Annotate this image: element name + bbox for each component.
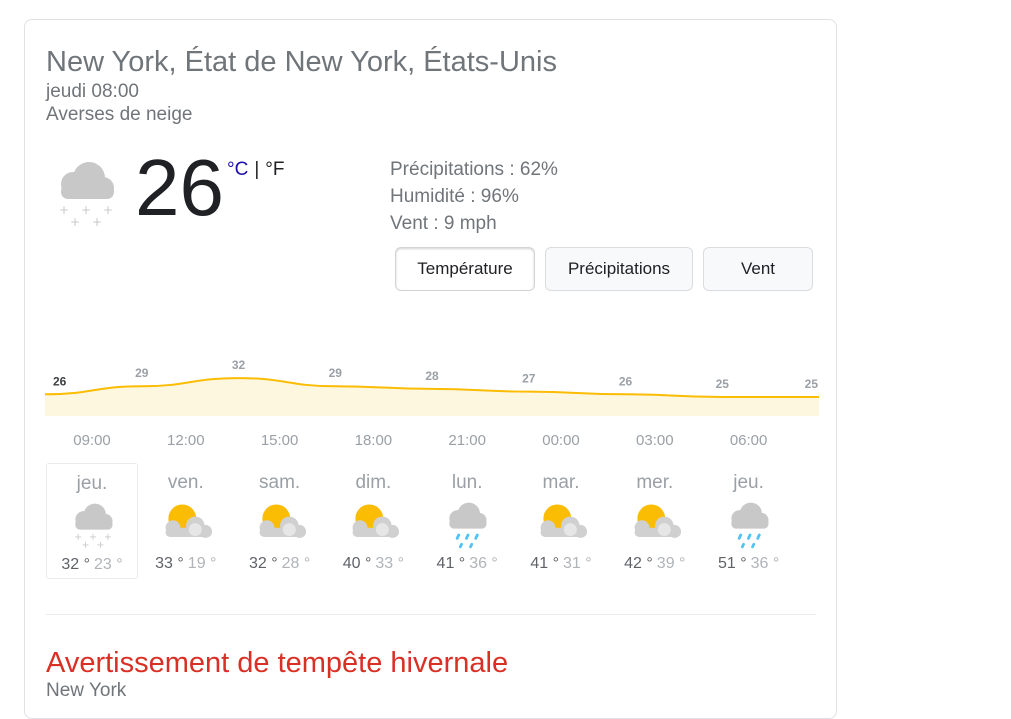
- hour-label: 15:00: [260, 432, 299, 449]
- forecast-temps: 51 ° 36 °: [703, 555, 795, 573]
- svg-text:+: +: [81, 203, 91, 217]
- hour-label: 18:00: [354, 432, 393, 449]
- svg-text:+: +: [59, 203, 69, 217]
- forecast-day-name: jeu.: [733, 472, 764, 493]
- unit-separator: |: [254, 159, 260, 180]
- chart-value-label: 27: [522, 372, 536, 386]
- forecast-low: 23 °: [94, 556, 123, 573]
- forecast-day[interactable]: ven. 33 ° 19 °: [140, 463, 232, 579]
- tab-precipitation[interactable]: Précipitations: [545, 247, 693, 291]
- unit-toggle: °C | °F: [227, 159, 284, 181]
- forecast-high: 40 °: [342, 555, 372, 572]
- partly-sunny-icon: [259, 504, 306, 538]
- forecast-high: 32 °: [248, 555, 278, 572]
- hour-labels: 09:00 12:00 15:00 18:00 21:00 00:00 03:00 06:00: [45, 432, 845, 452]
- hour-label: 00:00: [542, 432, 580, 449]
- fahrenheit-toggle[interactable]: °F: [265, 159, 284, 180]
- forecast-day-name: ven.: [167, 472, 204, 493]
- forecast-temps: 32 ° 28 °: [234, 555, 326, 573]
- current-time: jeudi 08:00: [46, 81, 139, 102]
- chart-value-label: 25: [716, 377, 730, 391]
- svg-text:+: +: [104, 532, 112, 543]
- humidity-detail: Humidité : 96%: [390, 186, 519, 207]
- forecast-low: 28 °: [281, 555, 311, 572]
- partly-sunny-icon: [540, 504, 587, 538]
- temperature-chart: 26 29 32 29 28 27 26 25 25: [45, 360, 819, 416]
- partly-sunny-icon: [165, 504, 212, 538]
- forecast-day-name: sam.: [259, 472, 301, 493]
- divider: [46, 614, 816, 615]
- chart-value-label: 29: [329, 366, 343, 380]
- location-title: New York, État de New York, États-Unis: [46, 46, 557, 78]
- forecast-high: 41 °: [436, 555, 466, 572]
- forecast-high: 42 °: [624, 555, 653, 572]
- forecast-temps: 41 ° 31 °: [515, 555, 607, 573]
- partly-sunny-icon: [634, 504, 681, 538]
- forecast-day[interactable]: lun. 41 ° 36 °: [421, 463, 513, 579]
- forecast-low: 19 °: [187, 555, 217, 572]
- forecast-low: 36 °: [469, 555, 498, 572]
- alert-title[interactable]: Avertissement de tempête hivernale: [46, 647, 508, 680]
- forecast-temps: 42 ° 39 °: [609, 555, 701, 573]
- chart-value-label: 26: [53, 374, 67, 388]
- svg-text:+: +: [97, 540, 105, 551]
- forecast-low: 31 °: [563, 555, 592, 572]
- weather-card: New York, État de New York, États-Unis j…: [24, 19, 837, 719]
- forecast-day-name: dim.: [355, 472, 392, 493]
- forecast-day-name: jeu.: [76, 473, 108, 494]
- rain-cloud-icon: [730, 502, 769, 549]
- forecast-temps: 33 ° 19 °: [140, 555, 232, 573]
- hour-label: 03:00: [636, 432, 674, 449]
- hour-label: 06:00: [729, 432, 768, 449]
- hour-label: 21:00: [448, 432, 486, 449]
- wind-detail: Vent : 9 mph: [390, 213, 497, 234]
- chart-value-label: 29: [135, 366, 149, 380]
- forecast-high: 32 °: [61, 556, 90, 573]
- forecast-high: 33 °: [155, 555, 184, 572]
- forecast-day-name: lun.: [451, 472, 483, 493]
- forecast-low: 33 °: [375, 555, 405, 572]
- forecast-day[interactable]: mar. 41 ° 31 °: [515, 463, 607, 579]
- tab-temperature[interactable]: Température: [395, 247, 535, 291]
- chart-value-label: 32: [232, 360, 246, 372]
- forecast-temps: 32 ° 23 °: [47, 556, 137, 574]
- precipitation-detail: Précipitations : 62%: [390, 159, 558, 180]
- snow-cloud-icon: + + + + +: [59, 162, 114, 226]
- weather-details: Précipitations : 62% Humidité : 96% Vent…: [390, 156, 558, 237]
- forecast-day-name: mar.: [542, 472, 580, 493]
- snow-cloud-icon: + + ++ +: [74, 503, 113, 551]
- celsius-toggle[interactable]: °C: [227, 159, 248, 180]
- forecast-temps: 40 ° 33 °: [327, 555, 419, 573]
- tab-wind[interactable]: Vent: [703, 247, 813, 291]
- chart-value-label: 26: [619, 374, 633, 388]
- current-temperature: 26: [135, 143, 224, 232]
- forecast-day[interactable]: dim. 40 ° 33 °: [327, 463, 419, 579]
- forecast-high: 51 °: [717, 555, 747, 572]
- forecast-high: 41 °: [530, 555, 559, 572]
- svg-text:+: +: [92, 215, 102, 226]
- rain-cloud-icon: [449, 502, 487, 549]
- forecast-day[interactable]: jeu. + + + + + 32 ° 23 °: [46, 463, 138, 579]
- forecast-day[interactable]: mer. 42 ° 39 °: [609, 463, 701, 579]
- forecast-low: 36 °: [750, 555, 780, 572]
- daily-forecast: jeu. + + + + +32 ° 23 ° ven. 33 ° 19 ° sam. 32 ° 28 …: [46, 463, 816, 579]
- hour-label: 12:00: [167, 432, 205, 449]
- forecast-low: 39 °: [656, 555, 686, 572]
- forecast-day[interactable]: sam. 32 ° 28 °: [234, 463, 326, 579]
- alert-area: New York: [46, 680, 127, 701]
- current-condition: Averses de neige: [46, 104, 193, 125]
- partly-sunny-icon: [352, 504, 400, 538]
- svg-text:+: +: [103, 203, 113, 217]
- forecast-day[interactable]: jeu. 51 ° 36 °: [703, 463, 795, 579]
- forecast-temps: 41 ° 36 °: [421, 555, 513, 573]
- chart-value-label: 25: [805, 377, 819, 391]
- chart-value-label: 28: [425, 369, 439, 383]
- svg-text:+: +: [82, 540, 90, 551]
- hour-label: 09:00: [73, 432, 111, 449]
- svg-text:+: +: [70, 215, 80, 226]
- forecast-day-name: mer.: [636, 472, 674, 493]
